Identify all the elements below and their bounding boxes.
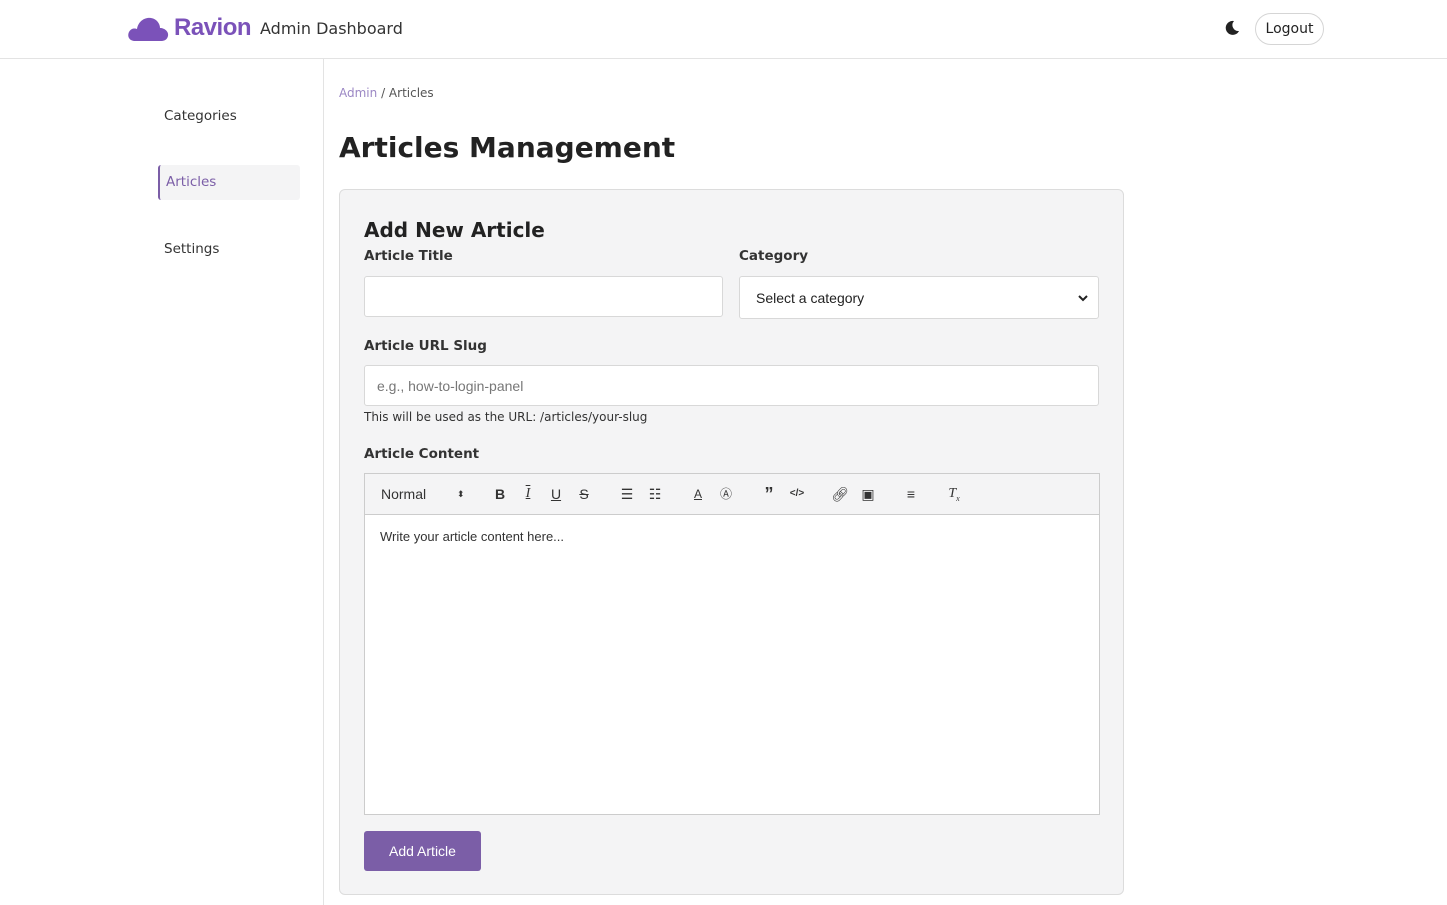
top-header: Ravion Admin Dashboard Logout bbox=[0, 0, 1447, 59]
sidebar-item-categories[interactable]: Categories bbox=[158, 99, 300, 134]
logo[interactable]: Ravion bbox=[127, 14, 252, 42]
bold-icon[interactable]: B bbox=[490, 474, 510, 514]
breadcrumb: Admin / Articles bbox=[339, 86, 434, 100]
italic-icon[interactable]: I bbox=[518, 474, 538, 514]
content-label: Article Content bbox=[364, 446, 480, 462]
category-select[interactable]: Select a category bbox=[739, 276, 1099, 319]
app-title: Admin Dashboard bbox=[260, 19, 403, 38]
format-select-value: Normal bbox=[381, 486, 427, 502]
article-title-label: Article Title bbox=[364, 248, 453, 264]
content-placeholder: Write your article content here... bbox=[380, 529, 565, 544]
slug-input[interactable] bbox=[364, 365, 1099, 406]
bullet-list-icon[interactable]: ☷ bbox=[645, 474, 665, 514]
link-icon[interactable]: 🔗︎ bbox=[830, 474, 850, 514]
logout-button[interactable]: Logout bbox=[1255, 13, 1324, 45]
sidebar: Categories Articles Settings bbox=[0, 59, 324, 905]
text-color-icon[interactable]: A bbox=[688, 474, 708, 514]
content-editor[interactable]: Write your article content here... bbox=[364, 515, 1100, 815]
slug-help-text: This will be used as the URL: /articles/… bbox=[364, 410, 648, 424]
category-selected-value: Select a category bbox=[756, 289, 865, 306]
breadcrumb-admin-link[interactable]: Admin bbox=[339, 86, 377, 100]
ordered-list-icon[interactable]: ☰ bbox=[617, 474, 637, 514]
background-color-icon[interactable]: Ⓐ bbox=[716, 474, 736, 514]
editor-toolbar: Normal ⬍ B I U S ☰ ☷ A Ⓐ ” </> 🔗︎ ▣ ≡ Tx bbox=[364, 473, 1100, 515]
sidebar-item-settings[interactable]: Settings bbox=[158, 232, 300, 267]
blockquote-icon[interactable]: ” bbox=[759, 474, 779, 514]
add-article-button[interactable]: Add Article bbox=[364, 831, 481, 871]
breadcrumb-current: Articles bbox=[388, 86, 434, 100]
code-block-icon[interactable]: </> bbox=[787, 474, 807, 514]
brand-name: Ravion bbox=[174, 14, 252, 41]
page-title: Articles Management bbox=[339, 131, 676, 164]
form-heading: Add New Article bbox=[364, 218, 545, 242]
sidebar-item-articles[interactable]: Articles bbox=[158, 165, 300, 200]
slug-label: Article URL Slug bbox=[364, 338, 487, 354]
category-label: Category bbox=[739, 248, 809, 264]
updown-icon: ⬍ bbox=[457, 489, 465, 499]
clear-format-icon[interactable]: Tx bbox=[944, 474, 964, 514]
add-article-form: Add New Article Article Title Category S… bbox=[339, 189, 1124, 895]
dark-mode-toggle-icon[interactable] bbox=[1224, 20, 1240, 36]
image-icon[interactable]: ▣ bbox=[858, 474, 878, 514]
cloud-icon bbox=[128, 17, 169, 41]
format-select[interactable]: Normal ⬍ bbox=[381, 474, 467, 514]
breadcrumb-separator: / bbox=[377, 86, 389, 100]
underline-icon[interactable]: U bbox=[546, 474, 566, 514]
align-icon[interactable]: ≡ bbox=[901, 474, 921, 514]
article-title-input[interactable] bbox=[364, 276, 723, 317]
chevron-down-icon bbox=[1078, 294, 1088, 301]
strike-icon[interactable]: S bbox=[574, 474, 594, 514]
